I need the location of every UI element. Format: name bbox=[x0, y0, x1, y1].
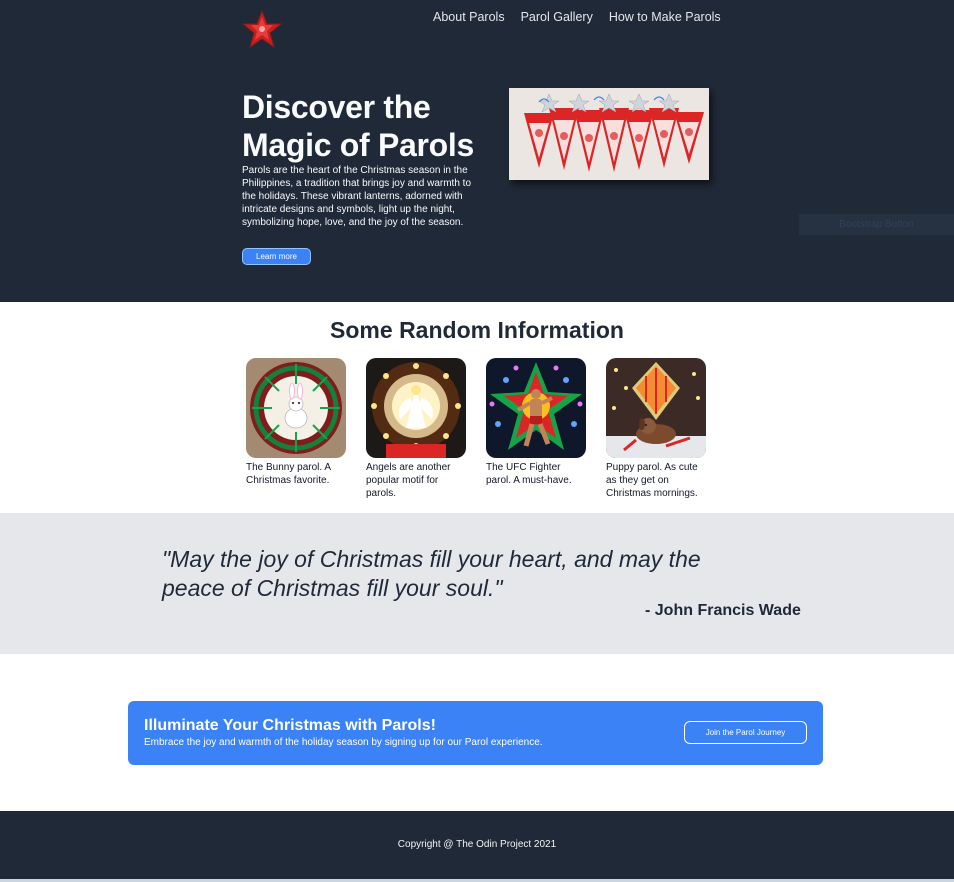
info-card: The UFC Fighter parol. A must-have. bbox=[486, 358, 586, 500]
hero-title: Discover the Magic of Parols bbox=[242, 89, 475, 163]
nav-how-to-make[interactable]: How to Make Parols bbox=[609, 9, 721, 25]
star-parol-icon[interactable] bbox=[241, 9, 283, 49]
cta-text: Embrace the joy and warmth of the holida… bbox=[144, 737, 543, 748]
puppy-parol-image bbox=[606, 358, 706, 458]
ufc-fighter-parol-image bbox=[486, 358, 586, 458]
info-card: Puppy parol. As cute as they get on Chri… bbox=[606, 358, 706, 500]
info-cards: The Bunny parol. A Christmas favorite. A… bbox=[246, 358, 706, 500]
nav-about-parols[interactable]: About Parols bbox=[433, 9, 505, 25]
hero-text: Parols are the heart of the Christmas se… bbox=[242, 165, 472, 228]
cta-title: Illuminate Your Christmas with Parols! bbox=[144, 717, 436, 734]
info-card: Angels are another popular motif for par… bbox=[366, 358, 466, 500]
card-caption: Puppy parol. As cute as they get on Chri… bbox=[606, 462, 698, 499]
footer-copyright: Copyright @ The Odin Project 2021 bbox=[397, 839, 557, 850]
hidden-bootstrap-button[interactable]: Bootstrap Button bbox=[799, 214, 954, 235]
info-section-title: Some Random Information bbox=[330, 317, 624, 343]
angel-parol-image bbox=[366, 358, 466, 458]
main-nav: About Parols Parol Gallery How to Make P… bbox=[433, 9, 721, 25]
card-caption: The UFC Fighter parol. A must-have. bbox=[486, 462, 572, 486]
info-card: The Bunny parol. A Christmas favorite. bbox=[246, 358, 346, 500]
footer: Copyright @ The Odin Project 2021 bbox=[0, 811, 954, 879]
learn-more-button[interactable]: Learn more bbox=[242, 248, 311, 265]
hero-section: About Parols Parol Gallery How to Make P… bbox=[0, 0, 954, 302]
cta-banner: Illuminate Your Christmas with Parols! E… bbox=[128, 701, 823, 765]
bunny-parol-image bbox=[246, 358, 346, 458]
card-caption: The Bunny parol. A Christmas favorite. bbox=[246, 462, 331, 486]
quote-author: - John Francis Wade bbox=[645, 602, 801, 619]
quote-text: "May the joy of Christmas fill your hear… bbox=[162, 546, 701, 601]
join-parol-journey-button[interactable]: Join the Parol Journey bbox=[684, 721, 807, 744]
hero-parols-image bbox=[509, 88, 709, 180]
card-caption: Angels are another popular motif for par… bbox=[366, 462, 451, 499]
nav-parol-gallery[interactable]: Parol Gallery bbox=[521, 9, 593, 25]
